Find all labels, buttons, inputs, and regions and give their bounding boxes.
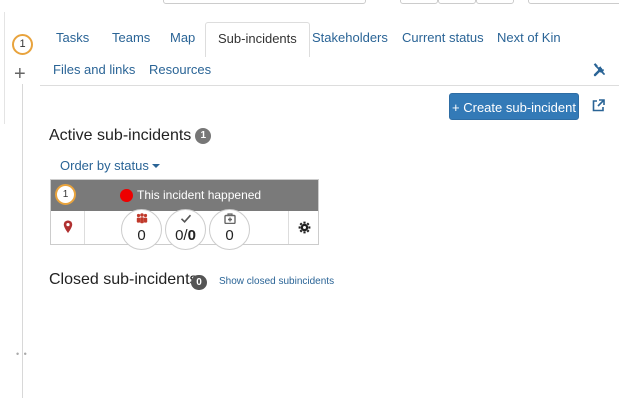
tab-tasks[interactable]: Tasks (44, 22, 101, 54)
people-count: 0 (137, 227, 146, 244)
cell-divider (288, 211, 289, 244)
toolbar-field[interactable] (163, 0, 366, 4)
order-by-status-dropdown[interactable]: Order by status (60, 158, 160, 173)
people-metric[interactable]: 0 (121, 209, 162, 250)
tab-stakeholders[interactable]: Stakeholders (300, 22, 400, 54)
tab-sub-incidents[interactable]: Sub-incidents (205, 22, 310, 57)
tools-icon[interactable] (593, 63, 607, 77)
active-count-badge: 1 (195, 128, 212, 144)
card-title[interactable]: This incident happened (137, 188, 261, 202)
closed-count-badge: 0 (191, 275, 207, 290)
toolbar-button[interactable] (400, 0, 438, 4)
sub-incident-card[interactable]: 1 This incident happened 0 0/0 0 (50, 179, 319, 250)
tab-current-status[interactable]: Current status (390, 22, 496, 54)
cell-divider (84, 211, 85, 244)
main-panel: Tasks Teams Map Sub-incidents Stakeholde… (40, 6, 619, 398)
check-icon (180, 214, 192, 223)
tasks-total: 0 (187, 227, 196, 244)
toolbar-button[interactable] (528, 0, 619, 4)
left-rail: 1 + • • (0, 6, 40, 398)
resources-count: 0 (225, 227, 234, 244)
gear-icon[interactable] (298, 221, 311, 234)
active-section-title: Active sub-incidents (49, 127, 192, 144)
tab-divider (40, 85, 619, 86)
add-icon[interactable]: + (14, 64, 26, 84)
medkit-icon (224, 213, 236, 224)
caret-down-icon (151, 164, 160, 168)
tab-teams[interactable]: Teams (100, 22, 162, 54)
tasks-metric[interactable]: 0/0 (165, 209, 206, 250)
card-header[interactable]: 1 This incident happened (51, 180, 318, 211)
create-sub-incident-button[interactable]: + Create sub-incident (449, 93, 579, 120)
tab-files-and-links[interactable]: Files and links (41, 56, 147, 84)
step-number-badge[interactable]: 1 (12, 34, 33, 55)
status-dot-icon (120, 189, 133, 202)
people-icon (136, 213, 148, 224)
tab-map[interactable]: Map (158, 22, 207, 54)
toolbar-button[interactable] (476, 0, 514, 4)
show-closed-subincidents-link[interactable]: Show closed subincidents (219, 276, 334, 287)
closed-sub-incidents-heading: Closed sub-incidents (49, 271, 198, 288)
rail-divider (4, 12, 5, 124)
tab-next-of-kin[interactable]: Next of Kin (485, 22, 573, 54)
active-sub-incidents-heading: Active sub-incidents 1 (49, 127, 212, 145)
tab-resources[interactable]: Resources (137, 56, 223, 84)
external-link-icon[interactable] (592, 99, 605, 112)
map-pin-icon[interactable] (63, 220, 73, 234)
card-number-badge: 1 (55, 184, 76, 205)
tab-bar-secondary: Files and links Resources (40, 56, 619, 84)
card-body: 0 0/0 0 (51, 209, 318, 250)
tab-bar: Tasks Teams Map Sub-incidents Stakeholde… (40, 22, 619, 57)
toolbar-button[interactable] (438, 0, 476, 4)
tasks-count: 0/0 (175, 227, 196, 244)
drag-handle-icon[interactable]: • • (16, 349, 28, 359)
order-label: Order by status (60, 158, 149, 173)
tasks-done: 0 (175, 227, 184, 244)
resources-metric[interactable]: 0 (209, 209, 250, 250)
